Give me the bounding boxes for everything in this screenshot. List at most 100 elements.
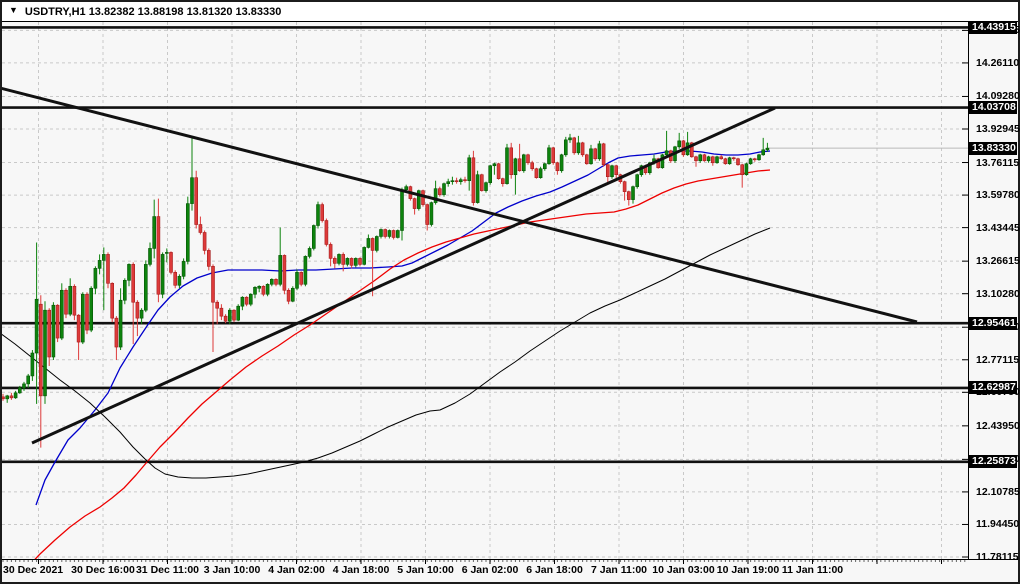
candle-body — [475, 174, 480, 203]
candles-layer — [2, 130, 770, 448]
time-axis-label: 6 Jan 18:00 — [526, 564, 583, 576]
candle-body — [715, 156, 719, 164]
candle-body — [387, 230, 392, 237]
candle-body — [601, 143, 606, 166]
candle-body — [181, 261, 186, 277]
candle-body — [458, 179, 463, 182]
chart-title-ohlc: USDTRY,H1 13.82382 13.88198 13.81320 13.… — [24, 5, 282, 18]
candle-body — [496, 163, 501, 179]
candle-body — [626, 191, 631, 200]
candle-body — [59, 289, 64, 339]
candle-body — [534, 168, 539, 179]
candle-body — [509, 147, 514, 176]
candle-body — [425, 204, 430, 225]
candle-body — [17, 387, 22, 394]
candle-body — [400, 189, 404, 231]
candle-body — [190, 177, 194, 204]
candle-body — [93, 268, 98, 289]
time-axis-label: 5 Jan 10:00 — [397, 564, 454, 576]
candle-body — [727, 157, 732, 165]
candle-body — [13, 392, 18, 399]
candle-body — [341, 254, 346, 265]
candle-body — [257, 285, 262, 289]
candle-body — [160, 254, 165, 295]
candle-body — [173, 272, 177, 286]
candle-body — [295, 272, 299, 289]
candle-body — [526, 154, 530, 164]
price-tick-label: 12.43950 — [976, 420, 1020, 432]
candle-body — [324, 220, 329, 245]
candle-body — [446, 181, 451, 184]
time-axis-line — [2, 559, 1018, 560]
level-price-box: 12.25873 — [969, 455, 1017, 468]
candle-body — [253, 286, 257, 295]
candle-body — [757, 154, 761, 161]
candle-body — [106, 254, 110, 284]
candle-body — [593, 148, 598, 160]
price-tick-label: 11.78115 — [976, 551, 1019, 563]
price-axis[interactable]: 14.4244514.2611014.0928013.9294513.76115… — [969, 21, 1020, 582]
candle-body — [290, 287, 295, 302]
candle-body — [576, 142, 581, 154]
time-axis-label: 10 Jan 19:00 — [716, 564, 780, 576]
price-tick-label: 13.43445 — [976, 222, 1020, 234]
candle-body — [538, 168, 543, 179]
time-axis-label: 10 Jan 03:00 — [652, 564, 715, 576]
candle-body — [404, 186, 409, 190]
candle-body — [635, 174, 640, 187]
candle-body — [148, 248, 152, 265]
candle-body — [135, 301, 140, 319]
candle-body — [64, 289, 68, 315]
candle-body — [563, 139, 568, 156]
candle-body — [383, 229, 388, 237]
candle-body — [542, 163, 547, 170]
price-tick-label: 14.26110 — [976, 57, 1020, 69]
candle-body — [307, 248, 312, 257]
candle-body — [165, 252, 169, 254]
candle-body — [202, 232, 207, 251]
candle-body — [584, 154, 589, 165]
price-tick-label: 13.26615 — [976, 255, 1020, 267]
time-axis-label: 30 Dec 2021 — [3, 564, 64, 576]
candle-body — [572, 137, 577, 154]
candle-body — [261, 285, 266, 295]
candle-body — [186, 203, 190, 262]
candle-body — [194, 177, 198, 225]
candle-body — [513, 158, 518, 176]
candle-body — [144, 264, 148, 311]
time-axis-label: 31 Dec 11:00 — [135, 564, 200, 576]
time-axis[interactable]: 30 Dec 2021 30 Dec 16:00 31 Dec 11:00 3 Jan… — [0, 562, 968, 580]
candle-body — [156, 216, 161, 295]
candle-body — [278, 255, 283, 285]
descending-trendline[interactable] — [0, 86, 918, 324]
candle-body — [139, 309, 144, 319]
candle-body — [228, 309, 232, 322]
candle-body — [442, 183, 446, 195]
candle-body — [698, 154, 703, 162]
candlestick-chart[interactable] — [0, 0, 1020, 584]
candle-body — [740, 164, 745, 176]
candle-body — [47, 309, 52, 358]
candle-body — [479, 174, 484, 191]
candle-body — [34, 298, 39, 354]
candle-body — [677, 140, 682, 148]
candle-body — [328, 244, 333, 259]
price-tick-label: 13.92945 — [976, 123, 1020, 135]
candle-body — [89, 287, 93, 331]
level-price-box: 14.03708 — [969, 101, 1017, 114]
candle-body — [118, 299, 123, 348]
plot-layer[interactable] — [0, 22, 968, 584]
candle-body — [761, 149, 766, 156]
candle-body — [358, 258, 362, 265]
symbol-dropdown-icon: ▼ — [9, 5, 18, 15]
candle-body — [664, 150, 669, 156]
candle-body — [303, 256, 308, 285]
candle-body — [274, 279, 278, 285]
candle-body — [492, 163, 497, 167]
candle-body — [744, 163, 749, 176]
candle-body — [26, 375, 31, 385]
time-axis-label: 7 Jan 11:00 — [590, 564, 648, 576]
price-tick-label: 11.94450 — [976, 518, 1020, 530]
price-tick-label: 13.76115 — [976, 157, 1020, 169]
candle-body — [85, 293, 89, 331]
